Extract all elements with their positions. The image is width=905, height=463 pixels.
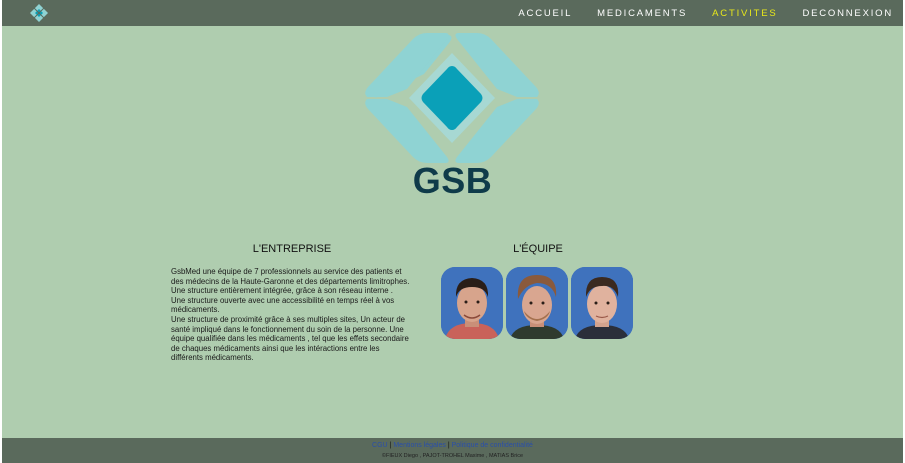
company-paragraph: GsbMed une équipe de 7 professionnels au… xyxy=(171,267,410,286)
footer: CGU | Mentions légales | Politique de co… xyxy=(2,438,903,463)
person-photo-icon xyxy=(506,267,568,339)
footer-links: CGU | Mentions légales | Politique de co… xyxy=(2,442,903,449)
nav-menu: ACCUEIL MEDICAMENTS ACTIVITES DECONNEXIO… xyxy=(518,0,893,26)
footer-link-privacy[interactable]: Politique de confidentialité xyxy=(452,442,533,449)
company-description: GsbMed une équipe de 7 professionnels au… xyxy=(171,267,411,363)
brand-title: GSB xyxy=(412,160,493,201)
company-paragraph: Une structure entièrement intégrée, grâc… xyxy=(171,286,393,296)
footer-credit: ©FIEUX Diego , PAJOT-TROHEL Maxime , MAT… xyxy=(381,453,524,459)
footer-link-cgu[interactable]: CGU xyxy=(372,442,388,449)
person-photo-icon xyxy=(441,267,503,339)
footer-link-mentions[interactable]: Mentions légales xyxy=(393,442,446,449)
team-member-avatar xyxy=(441,267,503,339)
team-member-avatar xyxy=(506,267,568,339)
top-navbar: ACCUEIL MEDICAMENTS ACTIVITES DECONNEXIO… xyxy=(2,0,903,26)
person-photo-icon xyxy=(571,267,633,339)
nav-accueil[interactable]: ACCUEIL xyxy=(518,8,572,19)
nav-activites[interactable]: ACTIVITES xyxy=(712,8,777,19)
nav-medicaments[interactable]: MEDICAMENTS xyxy=(597,8,687,19)
team-member-avatar xyxy=(571,267,633,339)
team-heading: L'ÉQUIPE xyxy=(513,243,563,255)
gsb-logo-icon[interactable] xyxy=(29,3,49,23)
company-heading: L'ENTREPRISE xyxy=(252,243,332,255)
footer-separator: | xyxy=(447,442,450,449)
gsb-hero-logo-icon xyxy=(365,33,539,163)
company-paragraph: Une structure ouverte avec une accessibi… xyxy=(171,295,395,315)
company-paragraph: Une structure de proximité grâce à ses m… xyxy=(171,314,409,363)
footer-separator: | xyxy=(389,442,392,449)
team-photos xyxy=(441,267,633,339)
nav-deconnexion[interactable]: DECONNEXION xyxy=(802,8,893,19)
page: ACCUEIL MEDICAMENTS ACTIVITES DECONNEXIO… xyxy=(2,0,903,463)
